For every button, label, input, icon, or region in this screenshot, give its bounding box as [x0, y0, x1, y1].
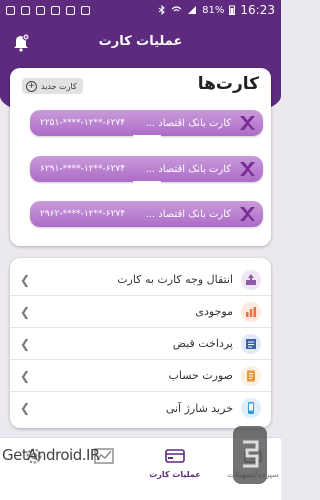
card-item[interactable]: ۲۹۶۲-****-۱۲**-۶۲۷۴ کارت بانک اقتصاد ... [30, 201, 263, 227]
menu-item-balance[interactable]: ❮ موجودی [10, 296, 271, 328]
bank-logo-icon [237, 159, 257, 179]
plus-icon: + [26, 80, 37, 92]
page-title: عملیات کارت [98, 34, 183, 49]
app-header: عملیات کارت [0, 20, 281, 66]
chevron-left-icon: ❮ [20, 272, 31, 287]
menu-item-label: انتقال وجه کارت به کارت [117, 273, 233, 286]
chevron-left-icon: ❮ [20, 304, 31, 319]
card-name: کارت بانک اقتصاد ... [145, 117, 231, 129]
cards-icon [164, 446, 186, 466]
notification-icon [6, 5, 15, 15]
notification-icons [6, 5, 90, 15]
watermark-text: GetAndroid.IR [2, 446, 100, 464]
operations-menu: ❮ انتقال وجه کارت به کارت ❮ موجودی ❮ پرد… [10, 258, 271, 428]
menu-item-bill-payment[interactable]: ❮ پرداخت قبض [10, 328, 271, 360]
menu-item-label: خرید شارژ آنی [165, 401, 233, 415]
nav-item-label: عملیات کارت [149, 470, 201, 479]
card-number: ۲۹۶۲-****-۱۲**-۶۲۷۴ [40, 209, 126, 219]
notification-icon [21, 5, 30, 15]
chevron-left-icon: ❮ [20, 368, 31, 383]
chevron-left-icon: ❮ [20, 401, 31, 415]
watermark-logo-icon [225, 420, 275, 490]
menu-item-label: پرداخت قبض [172, 337, 233, 350]
bank-logo-icon [237, 204, 257, 224]
notification-icon [51, 5, 60, 15]
statement-icon [241, 365, 261, 386]
menu-item-statement[interactable]: ❮ صورت حساب [10, 360, 271, 392]
battery-level: 81% [202, 4, 225, 16]
wifi-icon [171, 6, 182, 14]
card-item[interactable]: ۶۲۹۱-****-۱۲**-۶۲۷۴ کارت بانک اقتصاد ... [30, 156, 263, 189]
card-number: ۲۲۵۱-****-۱۲**-۶۲۷۴ [40, 118, 126, 128]
notification-bell-icon[interactable] [10, 31, 32, 53]
notification-icon [36, 5, 45, 15]
status-bar: 81% 16:23 [0, 0, 281, 20]
card-divider-tab [132, 181, 161, 189]
menu-item-card-transfer[interactable]: ❮ انتقال وجه کارت به کارت [10, 264, 271, 296]
bill-icon [241, 333, 261, 354]
battery-icon [229, 5, 236, 15]
phone-charge-icon [241, 398, 261, 418]
menu-item-label: صورت حساب [168, 369, 233, 382]
card-transfer-icon [241, 269, 261, 290]
notification-icon [81, 5, 90, 15]
balance-chart-icon [241, 301, 261, 322]
menu-item-label: موجودی [195, 305, 233, 318]
chevron-left-icon: ❮ [20, 336, 31, 351]
notification-icon [66, 5, 75, 15]
new-card-button[interactable]: + کارت جدید [22, 78, 83, 94]
signal-icon [188, 6, 197, 14]
clock: 16:23 [240, 3, 275, 17]
card-name: کارت بانک اقتصاد ... [145, 208, 231, 220]
card-divider-tab [132, 135, 161, 143]
bluetooth-icon [158, 5, 165, 15]
new-card-label: کارت جدید [41, 81, 77, 91]
cards-panel: کارت‌ها + کارت جدید ۲۲۵۱-****-۱۲**-۶۲۷۴ … [10, 68, 271, 246]
card-item[interactable]: ۲۲۵۱-****-۱۲**-۶۲۷۴ کارت بانک اقتصاد ... [30, 110, 263, 143]
cards-heading: کارت‌ها [197, 74, 259, 94]
card-number: ۶۲۹۱-****-۱۲**-۶۲۷۴ [40, 164, 126, 174]
card-name: کارت بانک اقتصاد ... [145, 163, 231, 175]
bank-logo-icon [237, 113, 257, 133]
nav-item-card-operations[interactable]: عملیات کارت [147, 446, 203, 479]
